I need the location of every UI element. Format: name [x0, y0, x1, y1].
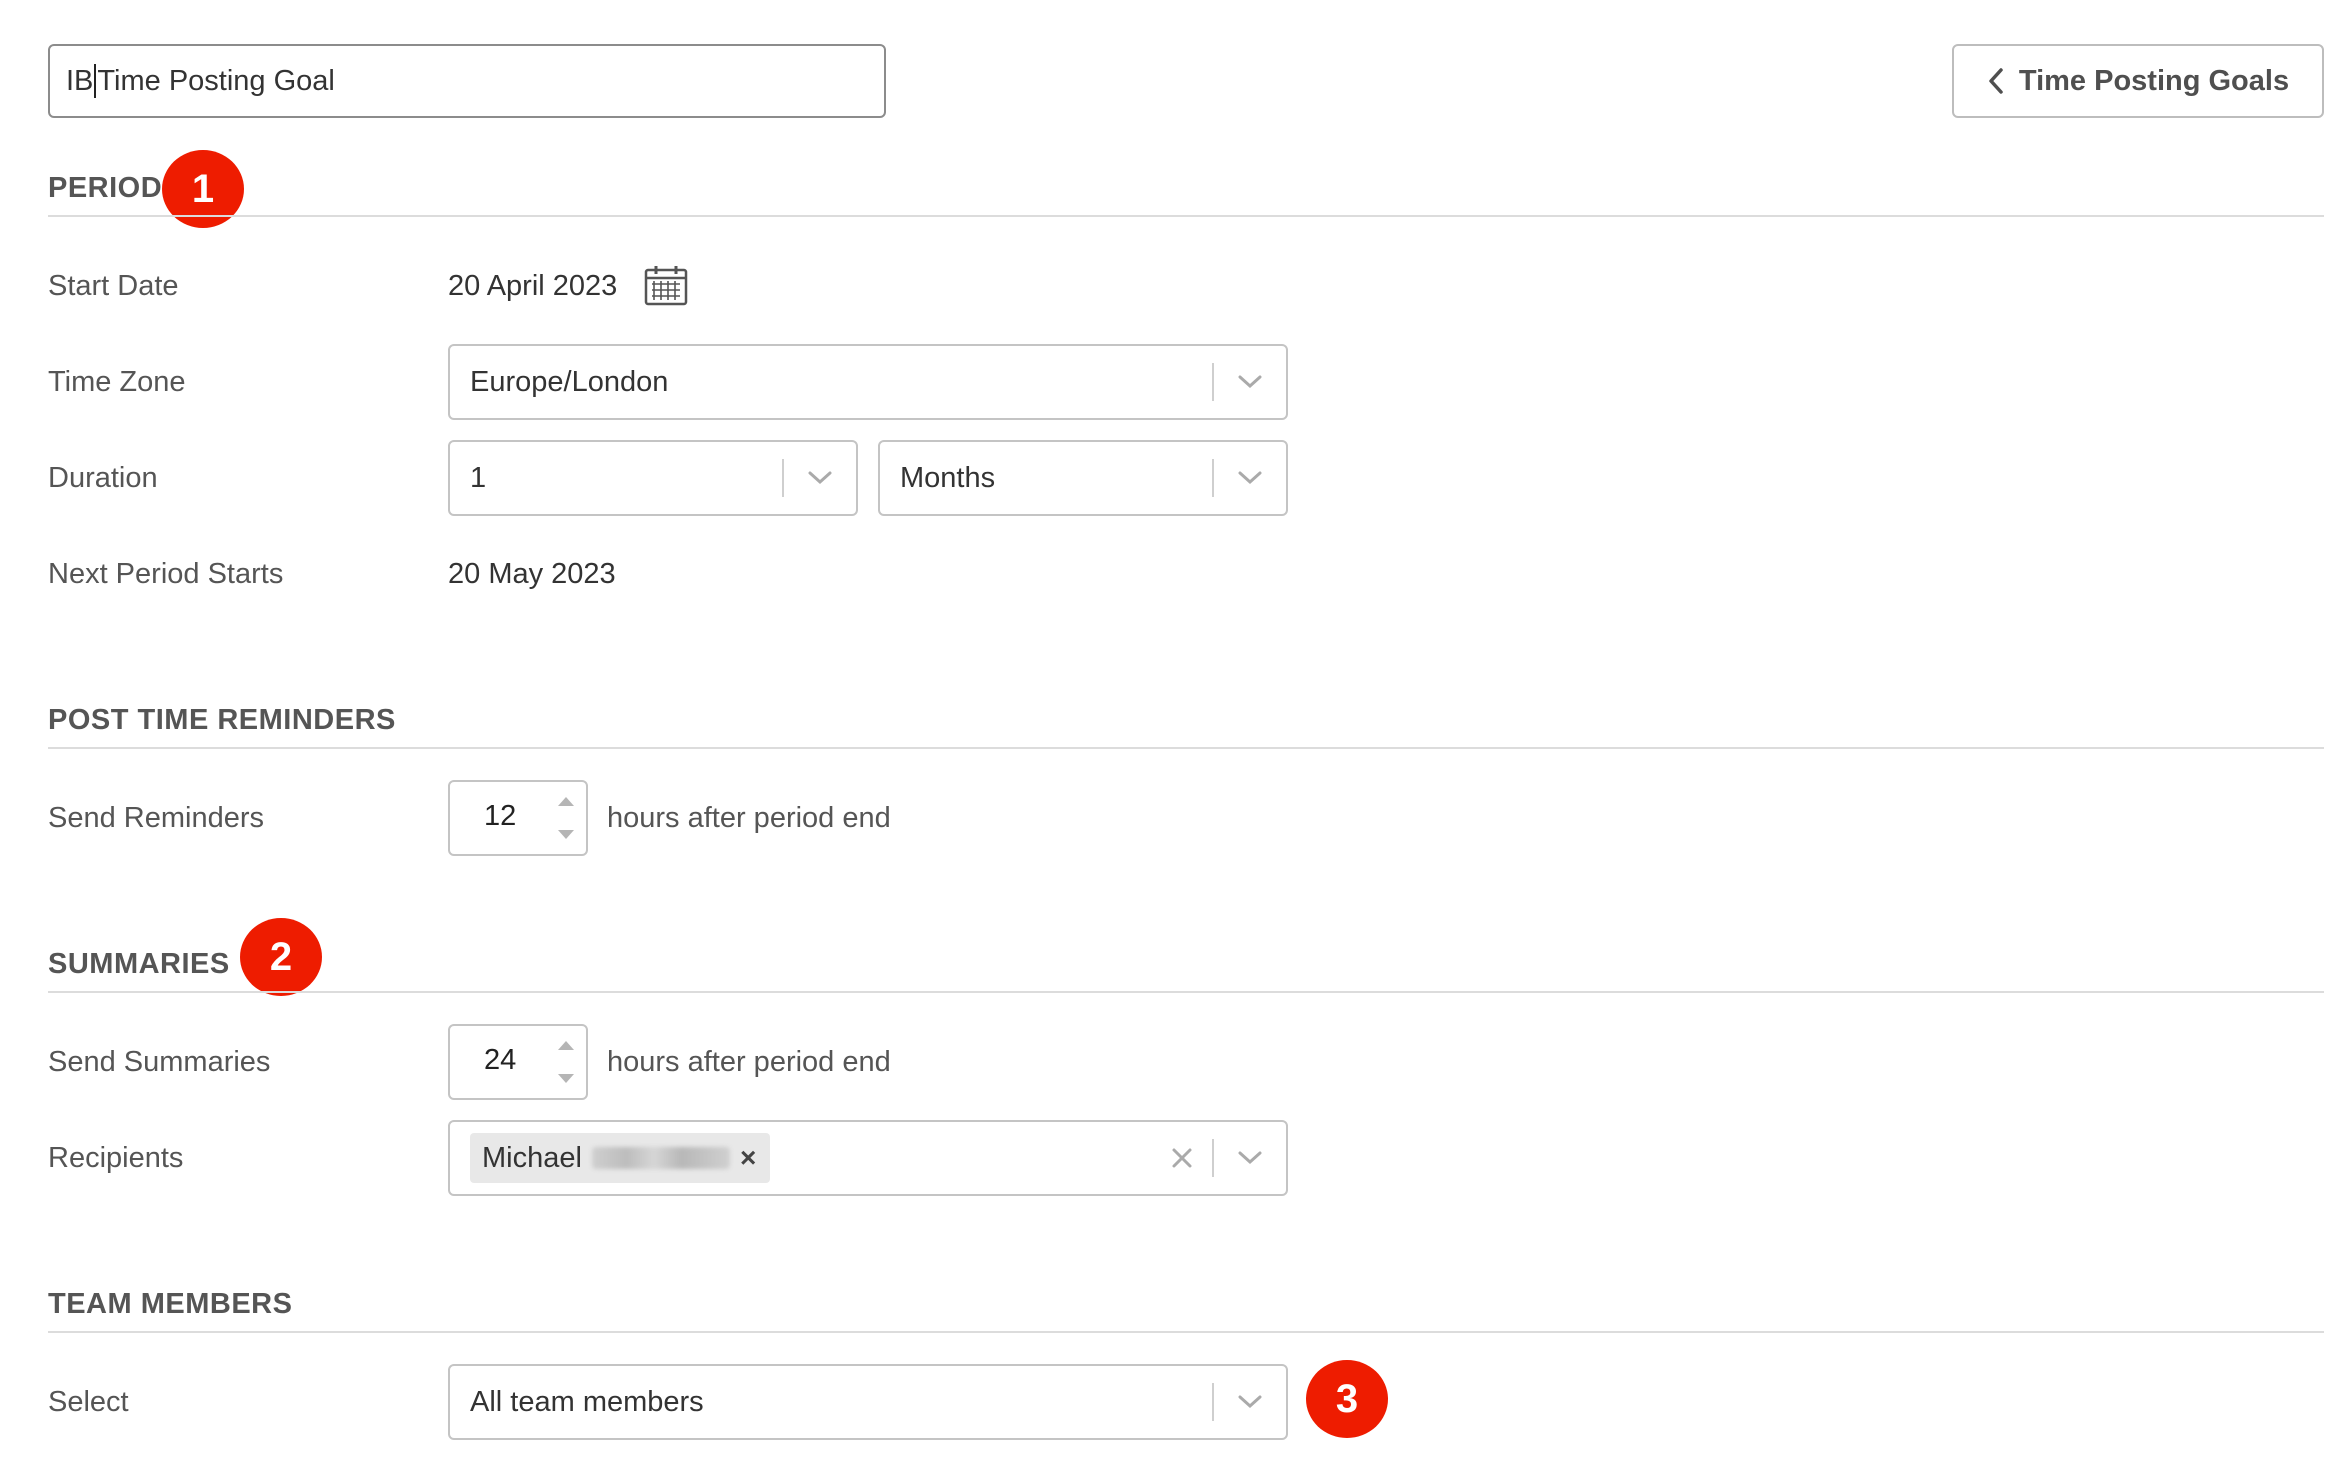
- chevron-left-icon: [1989, 68, 2003, 94]
- duration-unit-value: Months: [900, 461, 996, 494]
- reminder-hours-suffix: hours after period end: [607, 802, 891, 834]
- team-select-label: Select: [48, 1386, 129, 1418]
- back-to-goals-button[interactable]: Time Posting Goals: [1952, 44, 2324, 118]
- team-members-value: All team members: [470, 1385, 704, 1418]
- period-section-title: PERIOD: [48, 172, 163, 204]
- send-reminders-label: Send Reminders: [48, 802, 264, 834]
- time-zone-label: Time Zone: [48, 366, 186, 398]
- summary-hours-stepper[interactable]: 24: [448, 1024, 588, 1100]
- redacted-surname: [591, 1147, 730, 1169]
- team-section-title: TEAM MEMBERS: [48, 1288, 293, 1320]
- goal-title-prefix: IB: [66, 64, 94, 97]
- calendar-icon[interactable]: [644, 264, 688, 306]
- duration-count-value: 1: [470, 461, 487, 494]
- spin-up-icon[interactable]: [556, 1038, 576, 1052]
- time-zone-value: Europe/London: [470, 365, 669, 398]
- summaries-divider: [48, 991, 2324, 993]
- spin-down-icon[interactable]: [556, 828, 576, 842]
- chevron-down-icon[interactable]: [1214, 1394, 1286, 1410]
- summaries-section-title: SUMMARIES: [48, 948, 230, 980]
- team-members-select[interactable]: All team members: [448, 1364, 1288, 1440]
- reminders-divider: [48, 747, 2324, 749]
- chevron-down-icon[interactable]: [1214, 374, 1286, 390]
- summary-hours-suffix: hours after period end: [607, 1046, 891, 1078]
- spin-up-icon[interactable]: [556, 794, 576, 808]
- period-divider: [48, 215, 2324, 217]
- summaries-step-badge: 2: [240, 918, 322, 996]
- start-date-value[interactable]: 20 April 2023: [448, 270, 617, 303]
- recipients-label: Recipients: [48, 1142, 184, 1174]
- team-divider: [48, 1331, 2324, 1333]
- recipients-multiselect[interactable]: Michael ×: [448, 1120, 1288, 1196]
- spin-down-icon[interactable]: [556, 1072, 576, 1086]
- reminders-section-title: POST TIME REMINDERS: [48, 704, 396, 736]
- next-period-label: Next Period Starts: [48, 558, 284, 590]
- start-date-label: Start Date: [48, 270, 179, 302]
- duration-count-select[interactable]: 1: [448, 440, 858, 516]
- chevron-down-icon[interactable]: [1214, 470, 1286, 486]
- chevron-down-icon[interactable]: [784, 470, 856, 486]
- send-summaries-label: Send Summaries: [48, 1046, 271, 1078]
- recipient-chip: Michael ×: [470, 1133, 771, 1183]
- summary-hours-value: 24: [484, 1044, 517, 1076]
- clear-icon[interactable]: [1152, 1147, 1212, 1169]
- duration-unit-select[interactable]: Months: [878, 440, 1288, 516]
- remove-recipient-icon[interactable]: ×: [740, 1142, 756, 1174]
- goal-title-input[interactable]: IB Time Posting Goal: [48, 44, 886, 118]
- goal-title-text: Time Posting Goal: [97, 64, 335, 97]
- back-button-label: Time Posting Goals: [2018, 64, 2290, 97]
- team-step-badge: 3: [1306, 1360, 1388, 1438]
- reminder-hours-value: 12: [484, 800, 517, 832]
- chevron-down-icon[interactable]: [1214, 1150, 1286, 1166]
- time-zone-select[interactable]: Europe/London: [448, 344, 1288, 420]
- reminder-hours-stepper[interactable]: 12: [448, 780, 588, 856]
- recipient-name: Michael: [482, 1141, 582, 1174]
- next-period-value: 20 May 2023: [448, 558, 616, 590]
- duration-label: Duration: [48, 462, 158, 494]
- text-caret: [94, 64, 97, 98]
